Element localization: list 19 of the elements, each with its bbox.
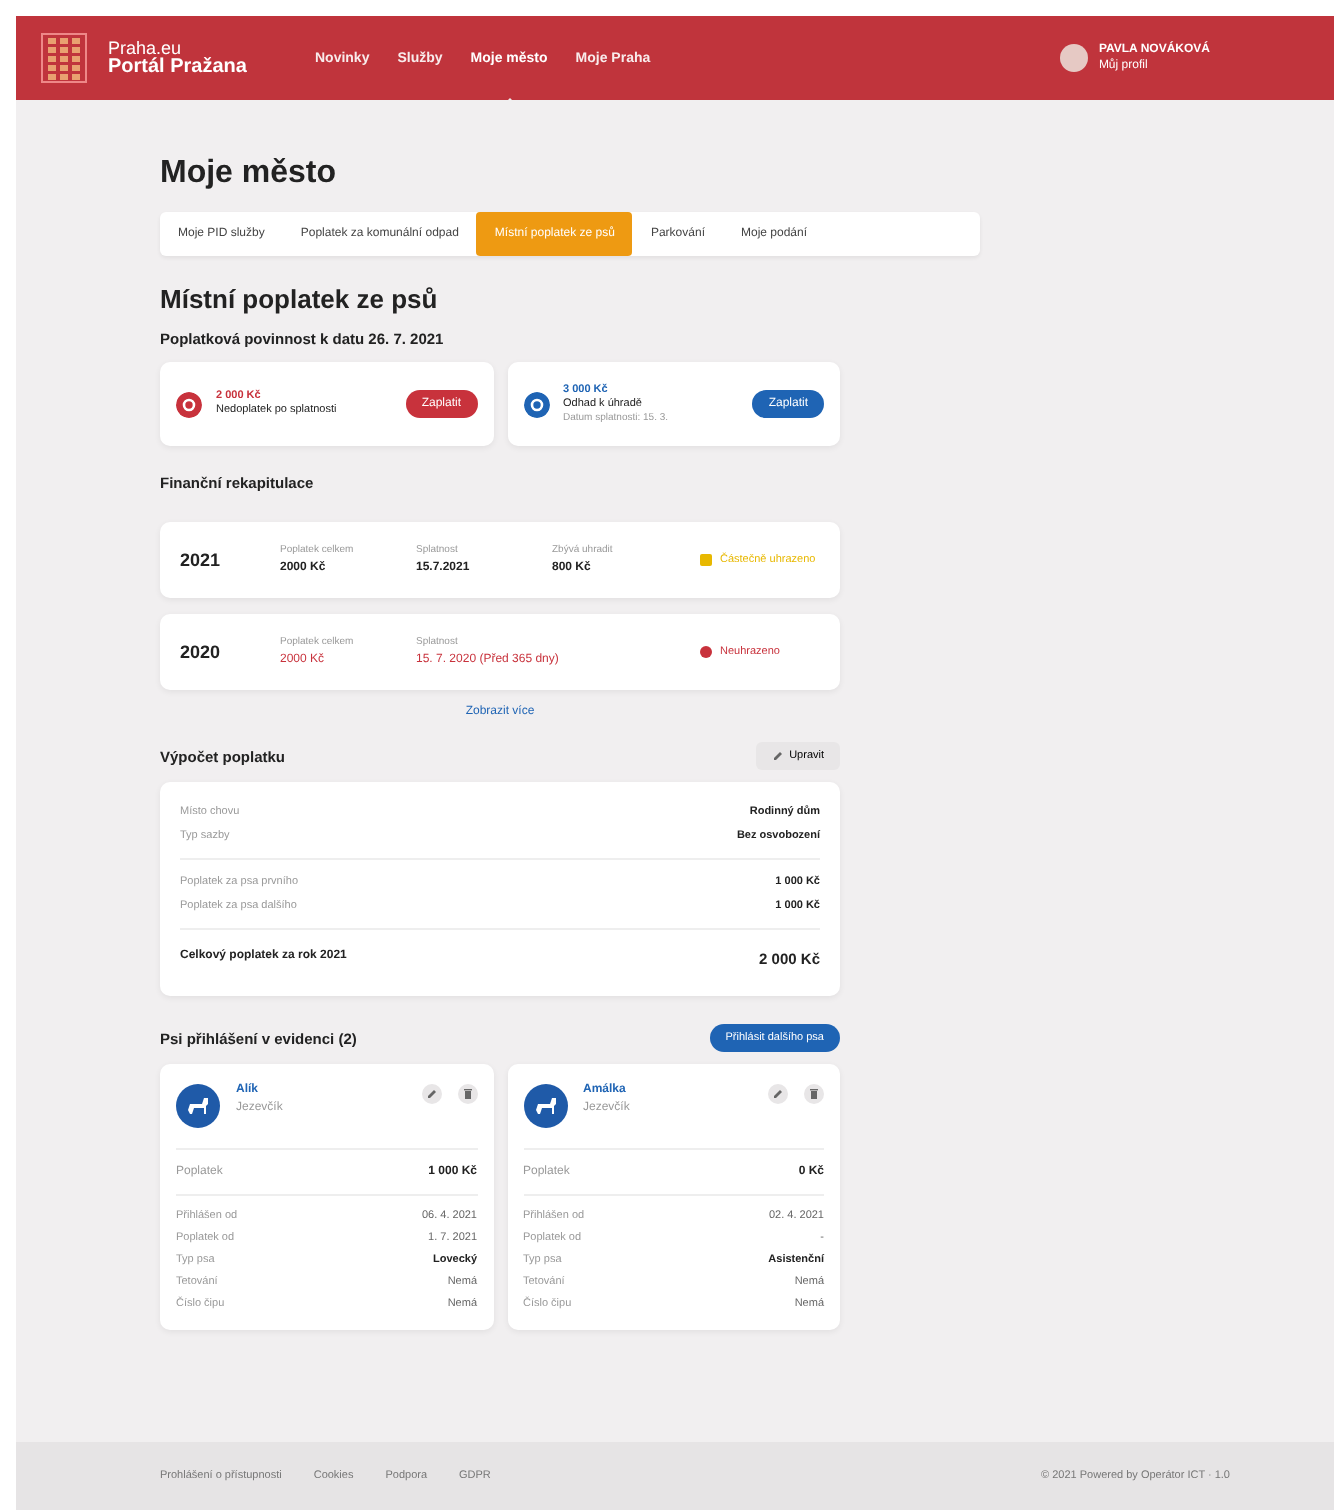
section-title: Místní poplatek ze psů [160,284,440,314]
delete-button[interactable] [457,1084,477,1104]
logo-title: Portál Pražana [108,58,247,78]
pencil-icon [771,750,784,762]
dog-icon [523,1084,567,1128]
logo-icon [40,32,88,84]
pencil-icon [425,1088,437,1100]
trash-icon [808,1088,820,1100]
pencil-icon [772,1088,784,1100]
page-title: Moje město [160,156,339,192]
avatar[interactable] [1060,44,1089,72]
year: 2020 [180,642,223,662]
year: 2021 [180,550,223,570]
edit-button[interactable] [421,1084,441,1104]
dog-icon [176,1084,220,1128]
delete-button[interactable] [804,1084,824,1104]
trash-icon [461,1088,473,1100]
edit-button[interactable] [768,1084,788,1104]
logo-text: Praha.eu [108,38,182,58]
